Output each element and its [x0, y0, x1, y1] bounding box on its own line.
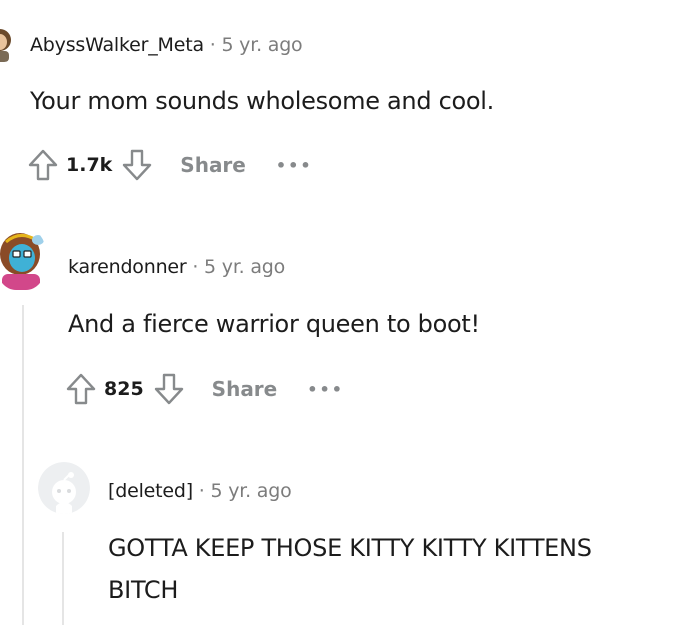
author-name[interactable]: AbyssWalker_Meta: [30, 34, 204, 56]
vote-score: 1.7k: [66, 154, 113, 176]
comment-meta: AbyssWalker_Meta · 5 yr. ago: [30, 34, 303, 56]
comment-meta: [deleted] · 5 yr. ago: [108, 480, 292, 502]
downvote-arrow-icon[interactable]: [120, 147, 154, 183]
downvote-arrow-icon[interactable]: [152, 371, 186, 407]
author-name: [deleted]: [108, 480, 193, 502]
separator-dot: ·: [198, 480, 205, 502]
avatar-karendonner[interactable]: [0, 228, 46, 290]
comment-body: And a fierce warrior queen to boot!: [68, 310, 480, 338]
share-button[interactable]: Share: [180, 153, 246, 177]
thread-line[interactable]: [22, 305, 24, 625]
upvote-arrow-icon[interactable]: [64, 371, 98, 407]
comment-actions: 1.7k Share •••: [26, 145, 313, 185]
avatar-image: [0, 228, 46, 290]
upvote-arrow-icon[interactable]: [26, 147, 60, 183]
avatar-abysswalker[interactable]: [0, 26, 16, 62]
snoo-placeholder-icon: [38, 462, 90, 514]
comment-body: GOTTA KEEP THOSE KITTY KITTY KITTENS BIT…: [108, 527, 592, 611]
more-options-icon[interactable]: •••: [307, 380, 344, 399]
separator-dot: ·: [192, 256, 199, 278]
more-options-icon[interactable]: •••: [276, 156, 313, 175]
vote-score: 825: [104, 378, 144, 400]
comment-body-line: GOTTA KEEP THOSE KITTY KITTY KITTENS: [108, 534, 592, 562]
comment-body-line: BITCH: [108, 576, 179, 604]
thread-line[interactable]: [62, 532, 64, 625]
author-name[interactable]: karendonner: [68, 256, 187, 278]
avatar-deleted-user: [38, 462, 90, 514]
separator-dot: ·: [209, 34, 216, 56]
share-button[interactable]: Share: [212, 377, 278, 401]
comment-meta: karendonner · 5 yr. ago: [68, 256, 285, 278]
comment-actions: 825 Share •••: [64, 369, 344, 409]
avatar-image: [0, 26, 16, 62]
timestamp[interactable]: 5 yr. ago: [204, 256, 285, 278]
timestamp[interactable]: 5 yr. ago: [221, 34, 302, 56]
timestamp[interactable]: 5 yr. ago: [210, 480, 291, 502]
comment-body: Your mom sounds wholesome and cool.: [30, 87, 494, 115]
